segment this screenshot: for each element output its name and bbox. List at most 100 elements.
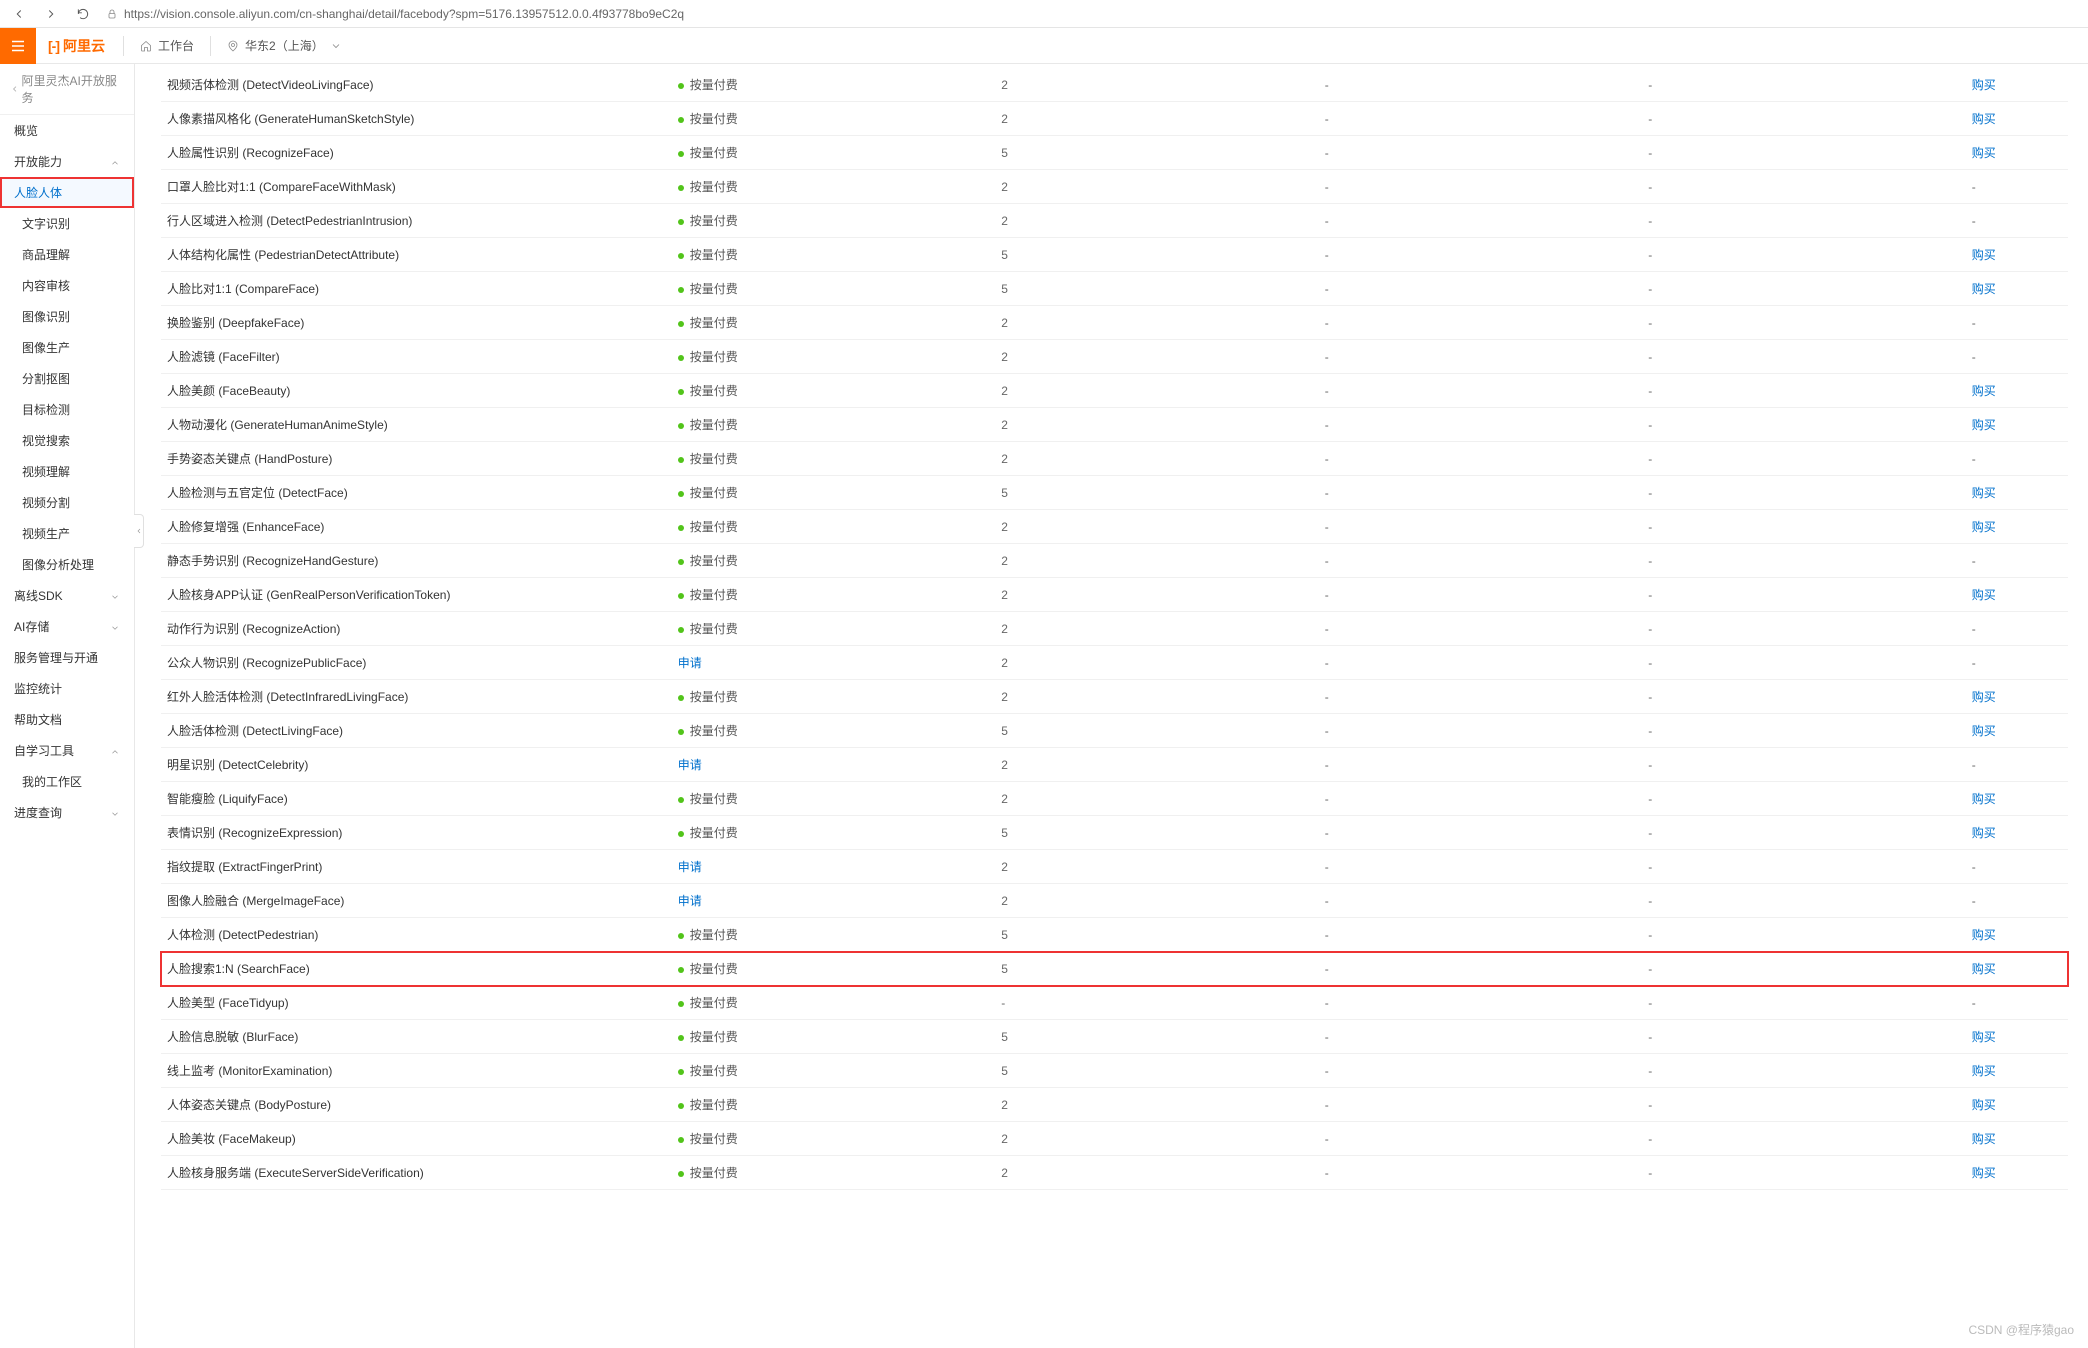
status-dot-icon — [678, 389, 684, 395]
buy-link[interactable]: 购买 — [1972, 588, 1996, 602]
buy-link[interactable]: 购买 — [1972, 724, 1996, 738]
api-name: 人脸美颜 (FaceBeauty) — [161, 374, 672, 408]
buy-link[interactable]: 购买 — [1972, 1064, 1996, 1078]
nav-sdk[interactable]: 离线SDK — [0, 580, 134, 611]
nav-storage[interactable]: AI存储 — [0, 611, 134, 642]
table-row: 明星识别 (DetectCelebrity)申请2--- — [161, 748, 2068, 782]
buy-link[interactable]: 购买 — [1972, 520, 1996, 534]
status-dot-icon — [678, 491, 684, 497]
nav-my-workspace[interactable]: 我的工作区 — [0, 766, 134, 797]
brand-logo[interactable]: [-] 阿里云 — [36, 36, 117, 56]
col5-cell: - — [1642, 782, 1966, 816]
buy-link[interactable]: 购买 — [1972, 78, 1996, 92]
api-status: 申请 — [672, 884, 996, 918]
col4-cell: - — [1319, 238, 1643, 272]
api-status: 按量付费 — [672, 442, 996, 476]
api-status: 按量付费 — [672, 952, 996, 986]
action-cell: - — [1966, 340, 2068, 374]
table-row: 智能瘦脸 (LiquifyFace)按量付费2--购买 — [161, 782, 2068, 816]
browser-forward-button[interactable] — [42, 5, 60, 23]
api-status: 按量付费 — [672, 68, 996, 102]
sidebar-item-4[interactable]: 图像识别 — [0, 301, 134, 332]
nav-capability[interactable]: 开放能力 — [0, 146, 134, 177]
sidebar-item-10[interactable]: 视频分割 — [0, 487, 134, 518]
main-content: 视频活体检测 (DetectVideoLivingFace)按量付费2--购买人… — [135, 64, 2088, 1348]
action-cell: 购买 — [1966, 680, 2068, 714]
col4-cell: - — [1319, 68, 1643, 102]
buy-link[interactable]: 购买 — [1972, 486, 1996, 500]
api-name: 智能瘦脸 (LiquifyFace) — [161, 782, 672, 816]
sidebar-item-11[interactable]: 视频生产 — [0, 518, 134, 549]
col4-cell: - — [1319, 204, 1643, 238]
nav-service[interactable]: 服务管理与开通 — [0, 642, 134, 673]
sidebar-collapse-button[interactable] — [134, 514, 144, 548]
sidebar-item-5[interactable]: 图像生产 — [0, 332, 134, 363]
col5-cell: - — [1642, 748, 1966, 782]
sidebar-item-9[interactable]: 视频理解 — [0, 456, 134, 487]
sidebar-item-12[interactable]: 图像分析处理 — [0, 549, 134, 580]
action-cell: 购买 — [1966, 408, 2068, 442]
status-dot-icon — [678, 525, 684, 531]
qps-cell: 2 — [995, 374, 1319, 408]
buy-link[interactable]: 购买 — [1972, 418, 1996, 432]
sidebar-item-3[interactable]: 内容审核 — [0, 270, 134, 301]
buy-link[interactable]: 购买 — [1972, 1132, 1996, 1146]
apply-link[interactable]: 申请 — [678, 656, 702, 670]
sidebar-item-0[interactable]: 人脸人体 — [0, 177, 134, 208]
apply-link[interactable]: 申请 — [678, 758, 702, 772]
api-name: 公众人物识别 (RecognizePublicFace) — [161, 646, 672, 680]
api-status: 按量付费 — [672, 136, 996, 170]
table-row: 换脸鉴别 (DeepfakeFace)按量付费2--- — [161, 306, 2068, 340]
sidebar-item-2[interactable]: 商品理解 — [0, 239, 134, 270]
nav-selfstudy[interactable]: 自学习工具 — [0, 735, 134, 766]
menu-toggle-button[interactable] — [0, 28, 36, 64]
status-dot-icon — [678, 933, 684, 939]
buy-link[interactable]: 购买 — [1972, 1166, 1996, 1180]
browser-reload-button[interactable] — [74, 5, 92, 23]
buy-link[interactable]: 购买 — [1972, 928, 1996, 942]
status-dot-icon — [678, 83, 684, 89]
sidebar-item-6[interactable]: 分割抠图 — [0, 363, 134, 394]
buy-link[interactable]: 购买 — [1972, 112, 1996, 126]
buy-link[interactable]: 购买 — [1972, 248, 1996, 262]
buy-link[interactable]: 购买 — [1972, 146, 1996, 160]
action-cell: 购买 — [1966, 1054, 2068, 1088]
buy-link[interactable]: 购买 — [1972, 384, 1996, 398]
buy-link[interactable]: 购买 — [1972, 792, 1996, 806]
status-dot-icon — [678, 287, 684, 293]
buy-link[interactable]: 购买 — [1972, 962, 1996, 976]
qps-cell: 2 — [995, 68, 1319, 102]
status-dot-icon — [678, 695, 684, 701]
col4-cell: - — [1319, 442, 1643, 476]
region-selector[interactable]: 华东2（上海） — [217, 37, 352, 54]
nav-docs[interactable]: 帮助文档 — [0, 704, 134, 735]
nav-progress[interactable]: 进度查询 — [0, 797, 134, 828]
buy-link[interactable]: 购买 — [1972, 690, 1996, 704]
url-bar[interactable]: https://vision.console.aliyun.com/cn-sha… — [106, 7, 2078, 21]
browser-back-button[interactable] — [10, 5, 28, 23]
apply-link[interactable]: 申请 — [678, 894, 702, 908]
buy-link[interactable]: 购买 — [1972, 1030, 1996, 1044]
qps-cell: 5 — [995, 476, 1319, 510]
api-status: 按量付费 — [672, 170, 996, 204]
buy-link[interactable]: 购买 — [1972, 282, 1996, 296]
buy-link[interactable]: 购买 — [1972, 1098, 1996, 1112]
table-row: 人脸核身APP认证 (GenRealPersonVerificationToke… — [161, 578, 2068, 612]
nav-monitor[interactable]: 监控统计 — [0, 673, 134, 704]
sidebar-item-7[interactable]: 目标检测 — [0, 394, 134, 425]
col5-cell: - — [1642, 680, 1966, 714]
api-name: 人脸活体检测 (DetectLivingFace) — [161, 714, 672, 748]
col4-cell: - — [1319, 1020, 1643, 1054]
col4-cell: - — [1319, 510, 1643, 544]
workspace-link[interactable]: 工作台 — [130, 37, 204, 54]
apply-link[interactable]: 申请 — [678, 860, 702, 874]
buy-link[interactable]: 购买 — [1972, 826, 1996, 840]
sidebar-item-8[interactable]: 视觉搜索 — [0, 425, 134, 456]
api-name: 线上监考 (MonitorExamination) — [161, 1054, 672, 1088]
sidebar-item-1[interactable]: 文字识别 — [0, 208, 134, 239]
nav-overview[interactable]: 概览 — [0, 115, 134, 146]
api-name: 人物动漫化 (GenerateHumanAnimeStyle) — [161, 408, 672, 442]
status-dot-icon — [678, 729, 684, 735]
location-icon — [227, 40, 239, 52]
back-to-parent[interactable]: 阿里灵杰AI开放服务 — [0, 64, 134, 115]
